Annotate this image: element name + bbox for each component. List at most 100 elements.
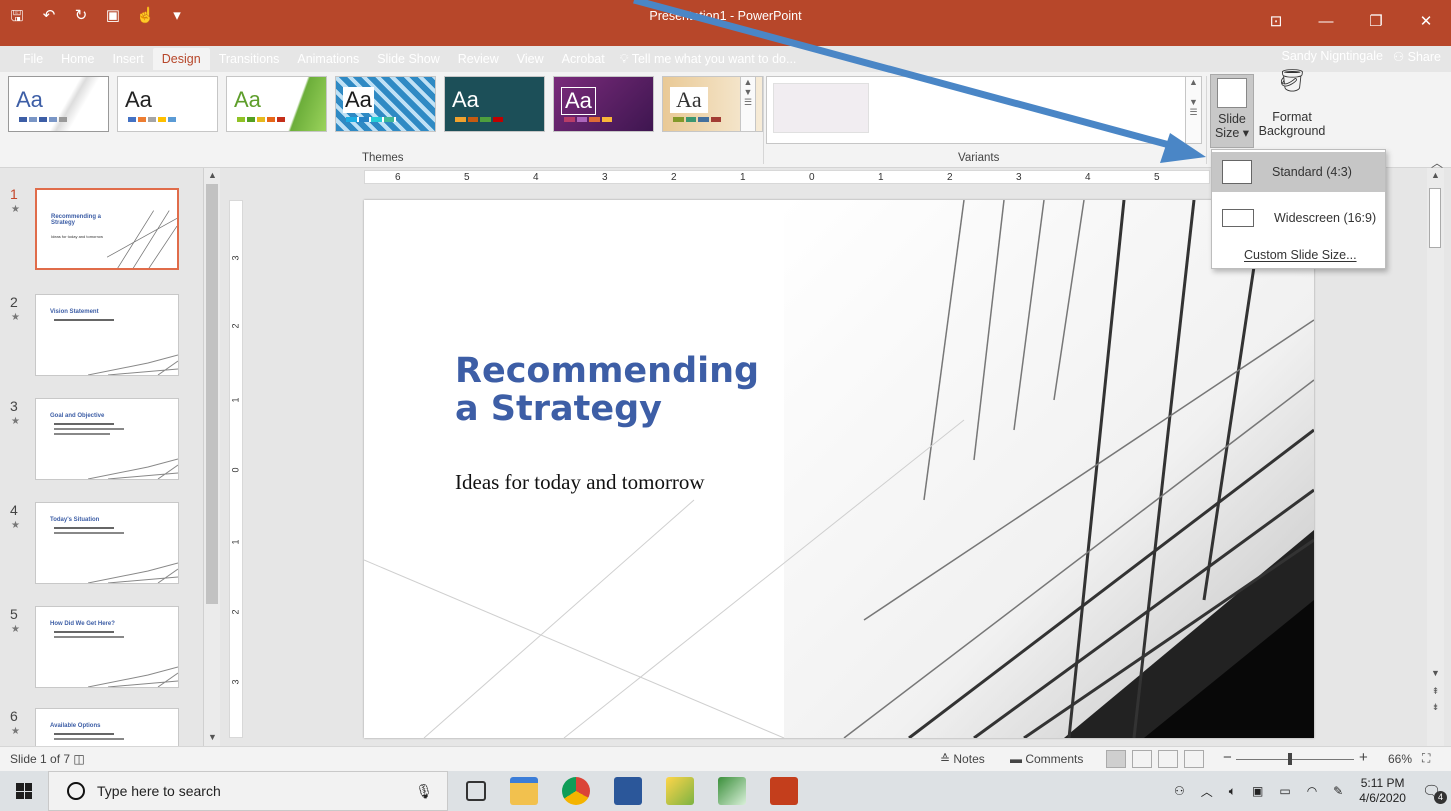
standard-ratio-icon — [1222, 160, 1252, 184]
accessibility-check-icon[interactable]: ◫ — [73, 752, 84, 766]
windows-icon — [16, 783, 32, 799]
group-separator — [763, 76, 764, 164]
scrollbar-thumb[interactable] — [1429, 188, 1441, 248]
pen-icon[interactable]: ✎ — [1333, 784, 1343, 798]
scroll-up-icon[interactable]: ▲ — [204, 170, 221, 180]
task-view-icon[interactable] — [466, 781, 486, 801]
microphone-icon[interactable]: 🎙︎ — [415, 783, 433, 800]
wifi-icon[interactable]: ◠ — [1307, 784, 1317, 798]
tab-file[interactable]: File — [14, 48, 52, 70]
building-graphic — [88, 666, 178, 687]
format-background-button[interactable]: 🪣︎ Format Background — [1256, 70, 1328, 139]
slide-thumbnail[interactable]: 6 ★ Available Options — [0, 708, 200, 746]
restore-icon[interactable]: ❐ — [1351, 0, 1401, 44]
tab-slide-show[interactable]: Slide Show — [368, 48, 449, 70]
theme-ion-boardroom[interactable]: Aa — [553, 76, 654, 132]
tab-insert[interactable]: Insert — [104, 48, 153, 70]
thumbnail-text-line — [54, 738, 124, 740]
action-center-icon[interactable]: 🗨︎ 4 — [1422, 782, 1447, 804]
zoom-slider-thumb[interactable] — [1288, 753, 1292, 765]
previous-slide-icon[interactable]: ⇞ — [1427, 686, 1444, 697]
fit-slide-icon[interactable]: ⛶ — [1422, 751, 1430, 766]
tab-animations[interactable]: Animations — [288, 48, 368, 70]
slide-thumbnail[interactable]: 2 ★ Vision Statement — [0, 294, 200, 390]
zoom-slider[interactable] — [1236, 759, 1354, 760]
variants-gallery: ▲ ▼ ☰ — [766, 76, 1202, 144]
tab-acrobat[interactable]: Acrobat — [553, 48, 614, 70]
slide-scrollbar[interactable]: ▲ ▼ ⇞ ⇟ — [1427, 168, 1444, 746]
building-graphic — [88, 562, 178, 583]
slide-subtitle[interactable]: Ideas for today and tomorrow — [455, 470, 705, 495]
building-graphic — [107, 210, 177, 268]
volume-icon[interactable]: 🔈︎ — [1229, 784, 1236, 799]
tab-home[interactable]: Home — [52, 48, 103, 70]
zoom-out-icon[interactable]: − — [1223, 749, 1232, 766]
powerpoint-icon[interactable] — [770, 777, 798, 805]
app-icon[interactable] — [718, 777, 746, 805]
share-button[interactable]: ⚇ Share — [1393, 49, 1441, 64]
slide-thumbnail[interactable]: 1 ★ Recommending a Strategy Ideas for to… — [0, 186, 200, 282]
theme-ion[interactable]: Aa — [444, 76, 545, 132]
next-slide-icon[interactable]: ⇟ — [1427, 702, 1444, 713]
slide-size-button[interactable]: Slide Size ▾ — [1210, 74, 1254, 148]
widescreen-size-label: Widescreen (16:9) — [1274, 211, 1377, 225]
minimize-icon[interactable]: — — [1301, 0, 1351, 44]
close-icon[interactable]: ✕ — [1401, 0, 1451, 44]
tab-design[interactable]: Design — [152, 48, 210, 70]
custom-slide-size-option[interactable]: Custom Slide Size... — [1244, 248, 1357, 262]
theme-office-1[interactable]: Aa — [8, 76, 109, 132]
notes-button[interactable]: ≙ Notes — [940, 752, 985, 766]
slide-title[interactable]: Recommending a Strategy — [455, 352, 759, 428]
chrome-icon[interactable] — [562, 777, 590, 805]
animation-star-icon: ★ — [11, 312, 20, 323]
comments-button[interactable]: ▬ Comments — [1010, 752, 1083, 766]
battery-icon[interactable]: ▭ — [1279, 784, 1290, 798]
zoom-in-icon[interactable]: + — [1359, 749, 1368, 766]
theme-integral[interactable]: Aa — [335, 76, 436, 132]
ruler-tick: 1 — [878, 172, 884, 183]
slide-thumbnail[interactable]: 5 ★ How Did We Get Here? — [0, 606, 200, 702]
slideshow-view-icon[interactable] — [1184, 750, 1204, 768]
tell-me-search[interactable]: 💡︎ Tell me what you want to do... — [620, 52, 797, 67]
show-hidden-icons[interactable]: ︿ — [1201, 783, 1213, 800]
search-placeholder: Type here to search — [97, 783, 221, 799]
scroll-up-icon[interactable]: ▲ — [1427, 170, 1444, 180]
start-button[interactable] — [0, 771, 48, 811]
thumbnails-scrollbar[interactable]: ▲ ▼ — [203, 168, 220, 746]
theme-office-2[interactable]: Aa — [117, 76, 218, 132]
normal-view-icon[interactable] — [1106, 750, 1126, 768]
photos-icon[interactable] — [666, 777, 694, 805]
user-name[interactable]: Sandy Nigntingale — [1281, 49, 1382, 64]
thumbnail-title: Goal and Objective — [50, 413, 105, 419]
scroll-down-icon[interactable]: ▼ — [204, 732, 221, 742]
building-graphic — [88, 458, 178, 479]
tab-view[interactable]: View — [508, 48, 553, 70]
theme-facet[interactable]: Aa — [226, 76, 327, 132]
clock[interactable]: 5:11 PM 4/6/2020 — [1359, 776, 1406, 806]
group-separator — [1206, 76, 1207, 164]
slide-canvas[interactable]: Recommending a Strategy Ideas for today … — [364, 200, 1314, 738]
slide-thumbnail[interactable]: 3 ★ Goal and Objective — [0, 398, 200, 494]
ruler-tick: 2 — [671, 172, 677, 183]
standard-size-option[interactable]: Standard (4:3) — [1212, 152, 1385, 192]
taskbar-search[interactable]: Type here to search 🎙︎ — [48, 771, 448, 811]
ruler-tick: 3 — [230, 255, 241, 261]
zoom-level[interactable]: 66% — [1388, 752, 1412, 766]
file-explorer-icon[interactable] — [510, 777, 538, 805]
people-icon[interactable]: ⚇ — [1174, 784, 1185, 798]
scroll-down-icon[interactable]: ▼ — [1427, 668, 1444, 678]
slide-thumbnail[interactable]: 4 ★ Today's Situation — [0, 502, 200, 598]
tab-transitions[interactable]: Transitions — [210, 48, 289, 70]
format-background-label-2: Background — [1258, 124, 1326, 138]
themes-gallery-scroll[interactable]: ▲ ▼ ☰ — [740, 76, 756, 132]
scrollbar-thumb[interactable] — [206, 184, 218, 604]
reading-view-icon[interactable] — [1158, 750, 1178, 768]
variant-thumbnail[interactable] — [773, 83, 869, 133]
meet-now-icon[interactable]: ▣ — [1252, 784, 1263, 798]
slide-sorter-view-icon[interactable] — [1132, 750, 1152, 768]
variants-gallery-scroll[interactable]: ▲ ▼ ☰ — [1185, 77, 1201, 143]
widescreen-size-option[interactable]: Widescreen (16:9) — [1212, 198, 1385, 238]
ribbon-display-options-icon[interactable]: ⊡ — [1251, 0, 1301, 44]
tab-review[interactable]: Review — [449, 48, 508, 70]
word-icon[interactable] — [614, 777, 642, 805]
